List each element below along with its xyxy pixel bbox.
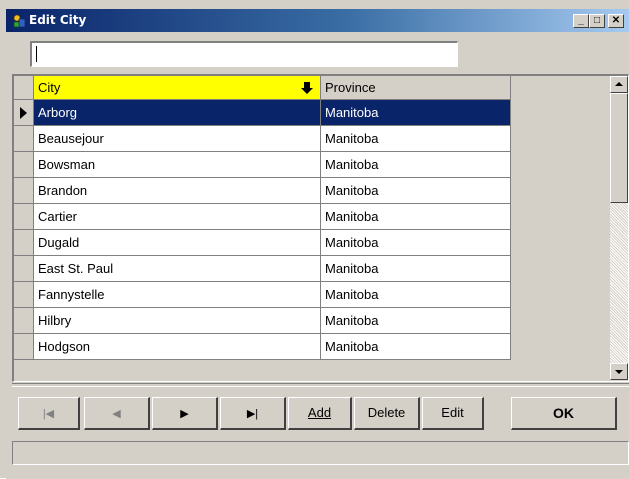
add-button-label: Add [307, 405, 332, 420]
text-cursor [36, 46, 37, 62]
delete-button-label: Delete [367, 405, 406, 420]
cell-city[interactable]: Arborg [34, 100, 321, 126]
cell-province[interactable]: Manitoba [321, 230, 511, 256]
vertical-scrollbar[interactable] [610, 76, 628, 380]
cell-province[interactable]: Manitoba [321, 126, 511, 152]
table-row[interactable]: Fannystelle Manitoba [14, 282, 511, 308]
cell-city[interactable]: Brandon [34, 178, 321, 204]
row-indicator-header [14, 76, 34, 100]
scroll-thumb[interactable] [610, 93, 628, 203]
cell-province[interactable]: Manitoba [321, 282, 511, 308]
ok-button[interactable]: OK [511, 397, 617, 430]
edit-city-window: Edit City _ □ ✕ City Province Arborg Mani… [0, 0, 629, 479]
table-row[interactable]: East St. Paul Manitoba [14, 256, 511, 282]
cell-province[interactable]: Manitoba [321, 100, 511, 126]
add-button[interactable]: Add [288, 397, 352, 430]
column-header-city-label: City [38, 80, 61, 95]
current-row-pointer-icon [20, 107, 27, 119]
dialog-body: City Province Arborg Manitoba Beausejour Ma… [6, 32, 629, 479]
scroll-down-arrow-icon [615, 370, 623, 374]
table-row[interactable]: Bowsman Manitoba [14, 152, 511, 178]
row-indicator[interactable] [14, 204, 34, 230]
status-bar [12, 441, 629, 465]
sort-descending-arrow-icon [301, 82, 313, 94]
cell-city[interactable]: Dugald [34, 230, 321, 256]
title-bar[interactable]: Edit City _ □ ✕ [6, 9, 629, 32]
cell-province[interactable]: Manitoba [321, 204, 511, 230]
search-input[interactable] [30, 41, 458, 67]
column-header-province-label: Province [325, 80, 376, 95]
previous-record-icon: ◀ [112, 408, 121, 420]
cell-city[interactable]: East St. Paul [34, 256, 321, 282]
first-record-button[interactable]: |◀ [18, 397, 80, 430]
row-indicator[interactable] [14, 152, 34, 178]
column-header-city[interactable]: City [34, 76, 321, 100]
cell-province[interactable]: Manitoba [321, 308, 511, 334]
cell-city[interactable]: Bowsman [34, 152, 321, 178]
row-indicator[interactable] [14, 308, 34, 334]
row-indicator[interactable] [14, 178, 34, 204]
scroll-up-arrow-icon [615, 82, 623, 86]
minimize-button[interactable]: _ [573, 14, 589, 28]
row-indicator[interactable] [14, 256, 34, 282]
row-indicator[interactable] [14, 282, 34, 308]
close-button[interactable]: ✕ [608, 14, 624, 28]
cell-city[interactable]: Cartier [34, 204, 321, 230]
table-row[interactable]: Hodgson Manitoba [14, 334, 511, 360]
table-row[interactable]: Hilbry Manitoba [14, 308, 511, 334]
previous-record-button[interactable]: ◀ [84, 397, 150, 430]
edit-button-label: Edit [441, 405, 464, 420]
separator [12, 383, 629, 387]
row-indicator[interactable] [14, 126, 34, 152]
cell-city[interactable]: Hodgson [34, 334, 321, 360]
close-icon: ✕ [611, 15, 621, 26]
cell-province[interactable]: Manitoba [321, 152, 511, 178]
last-record-icon: ▶| [246, 408, 259, 420]
table-row[interactable]: Cartier Manitoba [14, 204, 511, 230]
cell-province[interactable]: Manitoba [321, 256, 511, 282]
cell-province[interactable]: Manitoba [321, 334, 511, 360]
table-row[interactable]: Beausejour Manitoba [14, 126, 511, 152]
delete-button[interactable]: Delete [354, 397, 420, 430]
next-record-button[interactable]: ▶ [152, 397, 218, 430]
first-record-icon: |◀ [42, 408, 55, 420]
edit-button[interactable]: Edit [422, 397, 484, 430]
cell-city[interactable]: Hilbry [34, 308, 321, 334]
scroll-down-button[interactable] [610, 363, 628, 380]
column-header-province[interactable]: Province [321, 76, 511, 100]
window-title: Edit City [29, 13, 87, 27]
city-grid[interactable]: City Province Arborg Manitoba Beausejour Ma… [12, 74, 629, 382]
row-indicator[interactable] [14, 100, 34, 126]
minimize-icon: _ [578, 15, 584, 26]
cell-city[interactable]: Fannystelle [34, 282, 321, 308]
maximize-button[interactable]: □ [589, 14, 605, 28]
table-row[interactable]: Dugald Manitoba [14, 230, 511, 256]
row-indicator[interactable] [14, 230, 34, 256]
cell-province[interactable]: Manitoba [321, 178, 511, 204]
city-app-icon [13, 14, 26, 28]
row-indicator[interactable] [14, 334, 34, 360]
ok-button-label: OK [553, 405, 574, 421]
maximize-icon: □ [593, 15, 601, 26]
next-record-icon: ▶ [180, 408, 189, 420]
last-record-button[interactable]: ▶| [220, 397, 286, 430]
scroll-up-button[interactable] [610, 76, 628, 93]
cell-city[interactable]: Beausejour [34, 126, 321, 152]
table-row[interactable]: Brandon Manitoba [14, 178, 511, 204]
table-row[interactable]: Arborg Manitoba [14, 100, 511, 126]
